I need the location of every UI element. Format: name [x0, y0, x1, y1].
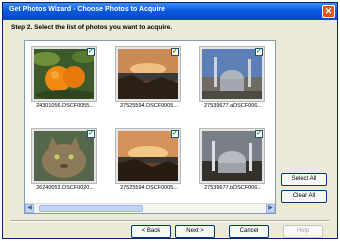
- photo-thumbnail[interactable]: ✓: [199, 128, 265, 184]
- photo-thumbnail[interactable]: ✓: [31, 46, 97, 102]
- checkbox-icon[interactable]: ✓: [87, 130, 95, 138]
- checkbox-icon[interactable]: ✓: [255, 48, 263, 56]
- select-all-button[interactable]: Select All: [281, 173, 327, 186]
- checkbox-icon[interactable]: ✓: [87, 48, 95, 56]
- photo-tile[interactable]: ✓ 24301056.DSCF0055...: [27, 43, 103, 116]
- cat-photo: [34, 131, 94, 181]
- scroll-right-icon[interactable]: ▶: [266, 204, 275, 213]
- photo-caption: 27525594.DSCF0005...: [120, 185, 178, 191]
- photo-tile[interactable]: ✓ 27525594.DSCF0005...: [111, 125, 187, 198]
- wizard-window: Get Photos Wizard - Choose Photos to Acq…: [2, 2, 338, 239]
- photo-tile[interactable]: ✓ 27539677.aDSCF006...: [195, 43, 271, 116]
- cancel-button[interactable]: Cancel: [229, 225, 269, 238]
- close-icon[interactable]: ✕: [322, 5, 335, 18]
- wizard-content: Step 2. Select the list of photos you wa…: [3, 20, 337, 238]
- checkbox-icon[interactable]: ✓: [255, 130, 263, 138]
- sunset-photo: [118, 49, 178, 99]
- photo-thumbnail[interactable]: ✓: [115, 46, 181, 102]
- step-instruction: Step 2. Select the list of photos you wa…: [11, 24, 173, 31]
- photo-tile[interactable]: ✓ 26240053.DSCF0020...: [27, 125, 103, 198]
- scroll-left-icon[interactable]: ◀: [25, 204, 34, 213]
- photo-tile[interactable]: ✓ 27525594.DSCF0005...: [111, 43, 187, 116]
- photo-caption: 26240053.DSCF0020...: [36, 185, 94, 191]
- photo-caption: 27539677.aDSCF006...: [204, 103, 262, 109]
- next-button[interactable]: Next >: [175, 225, 215, 238]
- oranges-photo: [34, 49, 94, 99]
- clear-all-button[interactable]: Clear All: [281, 190, 327, 203]
- horizontal-scrollbar[interactable]: ◀ ▶: [25, 203, 275, 213]
- scroll-thumb[interactable]: [39, 205, 143, 212]
- footer-divider: [11, 220, 329, 222]
- checkbox-icon[interactable]: ✓: [171, 130, 179, 138]
- back-button[interactable]: < Back: [131, 225, 171, 238]
- title-bar[interactable]: Get Photos Wizard - Choose Photos to Acq…: [3, 3, 337, 20]
- photo-caption: 27539677.bDSCF006...: [204, 185, 262, 191]
- photo-thumbnail[interactable]: ✓: [199, 46, 265, 102]
- help-button[interactable]: Help: [283, 225, 323, 238]
- mosque-photo: [202, 131, 262, 181]
- photo-tile[interactable]: ✓ 27539677.bDSCF006...: [195, 125, 271, 198]
- photo-caption: 24301056.DSCF0055...: [36, 103, 94, 109]
- photo-caption: 27525594.DSCF0005...: [120, 103, 178, 109]
- photo-list[interactable]: ✓ 24301056.DSCF0055... ✓ 27525594.DSCF00…: [24, 40, 276, 214]
- mosque-photo: [202, 49, 262, 99]
- window-title: Get Photos Wizard - Choose Photos to Acq…: [9, 6, 166, 13]
- photo-thumbnail[interactable]: ✓: [115, 128, 181, 184]
- sunset-photo: [118, 131, 178, 181]
- photo-thumbnail[interactable]: ✓: [31, 128, 97, 184]
- checkbox-icon[interactable]: ✓: [171, 48, 179, 56]
